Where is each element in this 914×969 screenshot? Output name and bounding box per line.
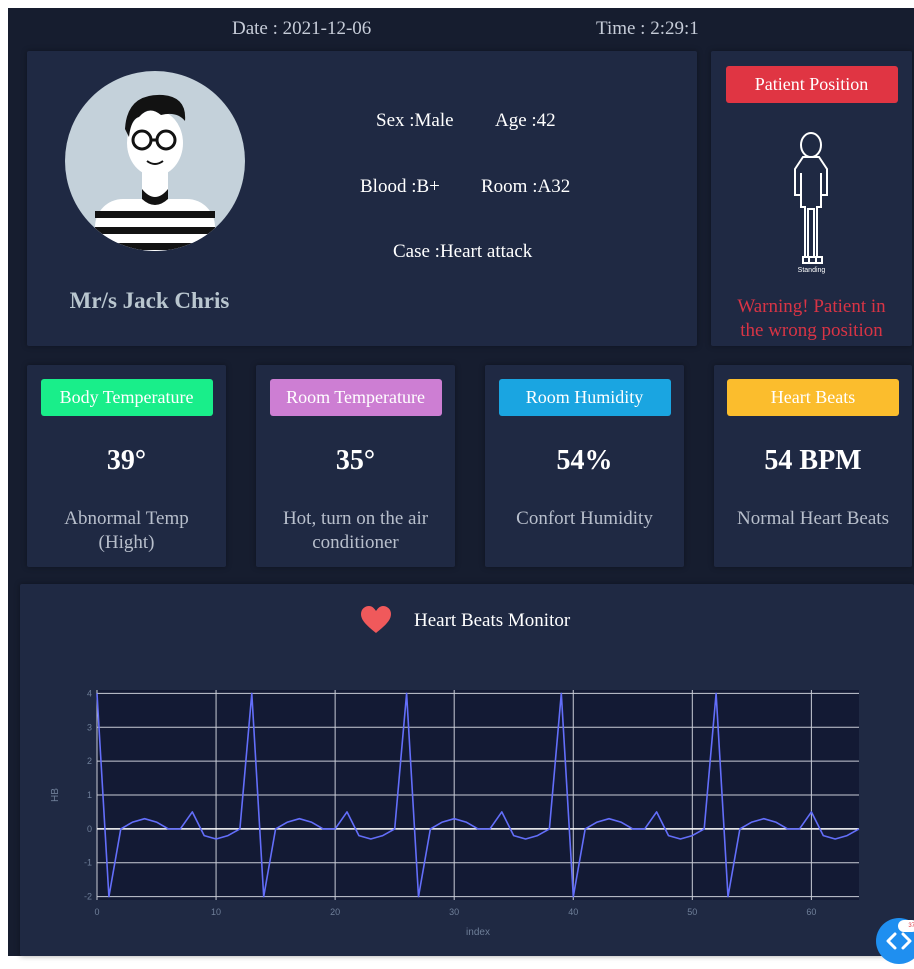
room-humidity-value: 54% <box>556 445 613 476</box>
room-humidity-desc: Confort Humidity <box>495 507 674 531</box>
room-temperature-value: 35° <box>335 445 376 476</box>
desc-line-2: conditioner <box>312 532 399 553</box>
desc-line-2: (Hight) <box>98 532 155 553</box>
warning-line-1: Warning! Patient in <box>737 296 886 317</box>
date-label: Date : 2021-12-06 <box>232 18 372 39</box>
figure-label: Standing <box>797 267 826 274</box>
heart-beats-value: 54 BPM <box>764 445 862 476</box>
dashboard: Date : 2021-12-06 Time : 2:29:1 Mr/s Jac… <box>8 8 914 964</box>
y-tick-label: 2 <box>87 756 92 766</box>
x-tick-label: 50 <box>687 907 697 917</box>
heart-beats-card: Heart Beats 54 BPM Normal Heart Beats <box>714 365 912 567</box>
heart-beats-chart[interactable]: 0 10 20 30 40 50 60 -2 -1 0 1 2 3 4 index HB <box>20 584 914 956</box>
x-tick-label: 30 <box>449 907 459 917</box>
desc-line-1: Confort Humidity <box>516 508 653 529</box>
code-toggle-button[interactable]: 37 <box>876 918 914 964</box>
heart-monitor-card: Heart Beats Monitor 0 10 20 30 40 50 60 -2 -1 0 1 2… <box>20 584 914 956</box>
patient-avatar <box>65 71 245 251</box>
position-card: Patient Position Standing Warning! Patie… <box>711 51 912 346</box>
heart-beats-desc: Normal Heart Beats <box>724 507 902 531</box>
room-humidity-badge: Room Humidity <box>498 379 671 416</box>
patient-name: Mr/s Jack Chris <box>69 288 230 313</box>
body-temperature-badge: Body Temperature <box>40 379 213 416</box>
position-badge: Patient Position <box>725 66 898 103</box>
room-humidity-card: Room Humidity 54% Confort Humidity <box>485 365 684 567</box>
x-tick-label: 40 <box>568 907 578 917</box>
desc-line-1: Normal Heart Beats <box>737 508 889 529</box>
patient-sex: Sex :Male <box>376 110 454 131</box>
patient-age: Age :42 <box>495 110 556 131</box>
patient-room: Room :A32 <box>481 176 571 197</box>
notification-badge: 37 <box>898 920 914 932</box>
x-tick-label: 0 <box>94 907 99 917</box>
position-warning: Warning! Patient in the wrong position <box>711 295 912 343</box>
body-temperature-card: Body Temperature 39° Abnormal Temp (High… <box>27 365 226 567</box>
x-tick-label: 60 <box>806 907 816 917</box>
patient-blood: Blood :B+ <box>360 176 440 197</box>
room-temperature-desc: Hot, turn on the air conditioner <box>266 507 445 555</box>
standing-figure-icon <box>794 132 828 264</box>
y-tick-label: 1 <box>87 790 92 800</box>
body-temperature-value: 39° <box>106 445 147 476</box>
y-axis-label: HB <box>50 788 61 802</box>
desc-line-1: Hot, turn on the air <box>282 508 429 529</box>
desc-line-1: Abnormal Temp <box>64 508 189 529</box>
patient-card: Mr/s Jack Chris Sex :Male Age :42 Blood … <box>27 51 697 346</box>
x-tick-label: 10 <box>211 907 221 917</box>
y-tick-label: -1 <box>84 858 92 868</box>
heart-beats-badge: Heart Beats <box>727 379 899 416</box>
x-axis-label: index <box>466 927 490 938</box>
room-temperature-card: Room Temperature 35° Hot, turn on the ai… <box>256 365 455 567</box>
y-tick-label: 3 <box>87 722 92 732</box>
y-tick-label: 0 <box>87 824 92 834</box>
y-tick-label: 4 <box>87 688 92 698</box>
patient-case: Case :Heart attack <box>393 241 533 262</box>
body-temperature-desc: Abnormal Temp (Hight) <box>37 507 216 555</box>
avatar-illustration <box>95 94 215 251</box>
warning-line-2: the wrong position <box>740 320 883 341</box>
time-label: Time : 2:29:1 <box>596 18 699 39</box>
y-tick-label: -2 <box>84 892 92 902</box>
room-temperature-badge: Room Temperature <box>269 379 442 416</box>
x-tick-label: 20 <box>330 907 340 917</box>
